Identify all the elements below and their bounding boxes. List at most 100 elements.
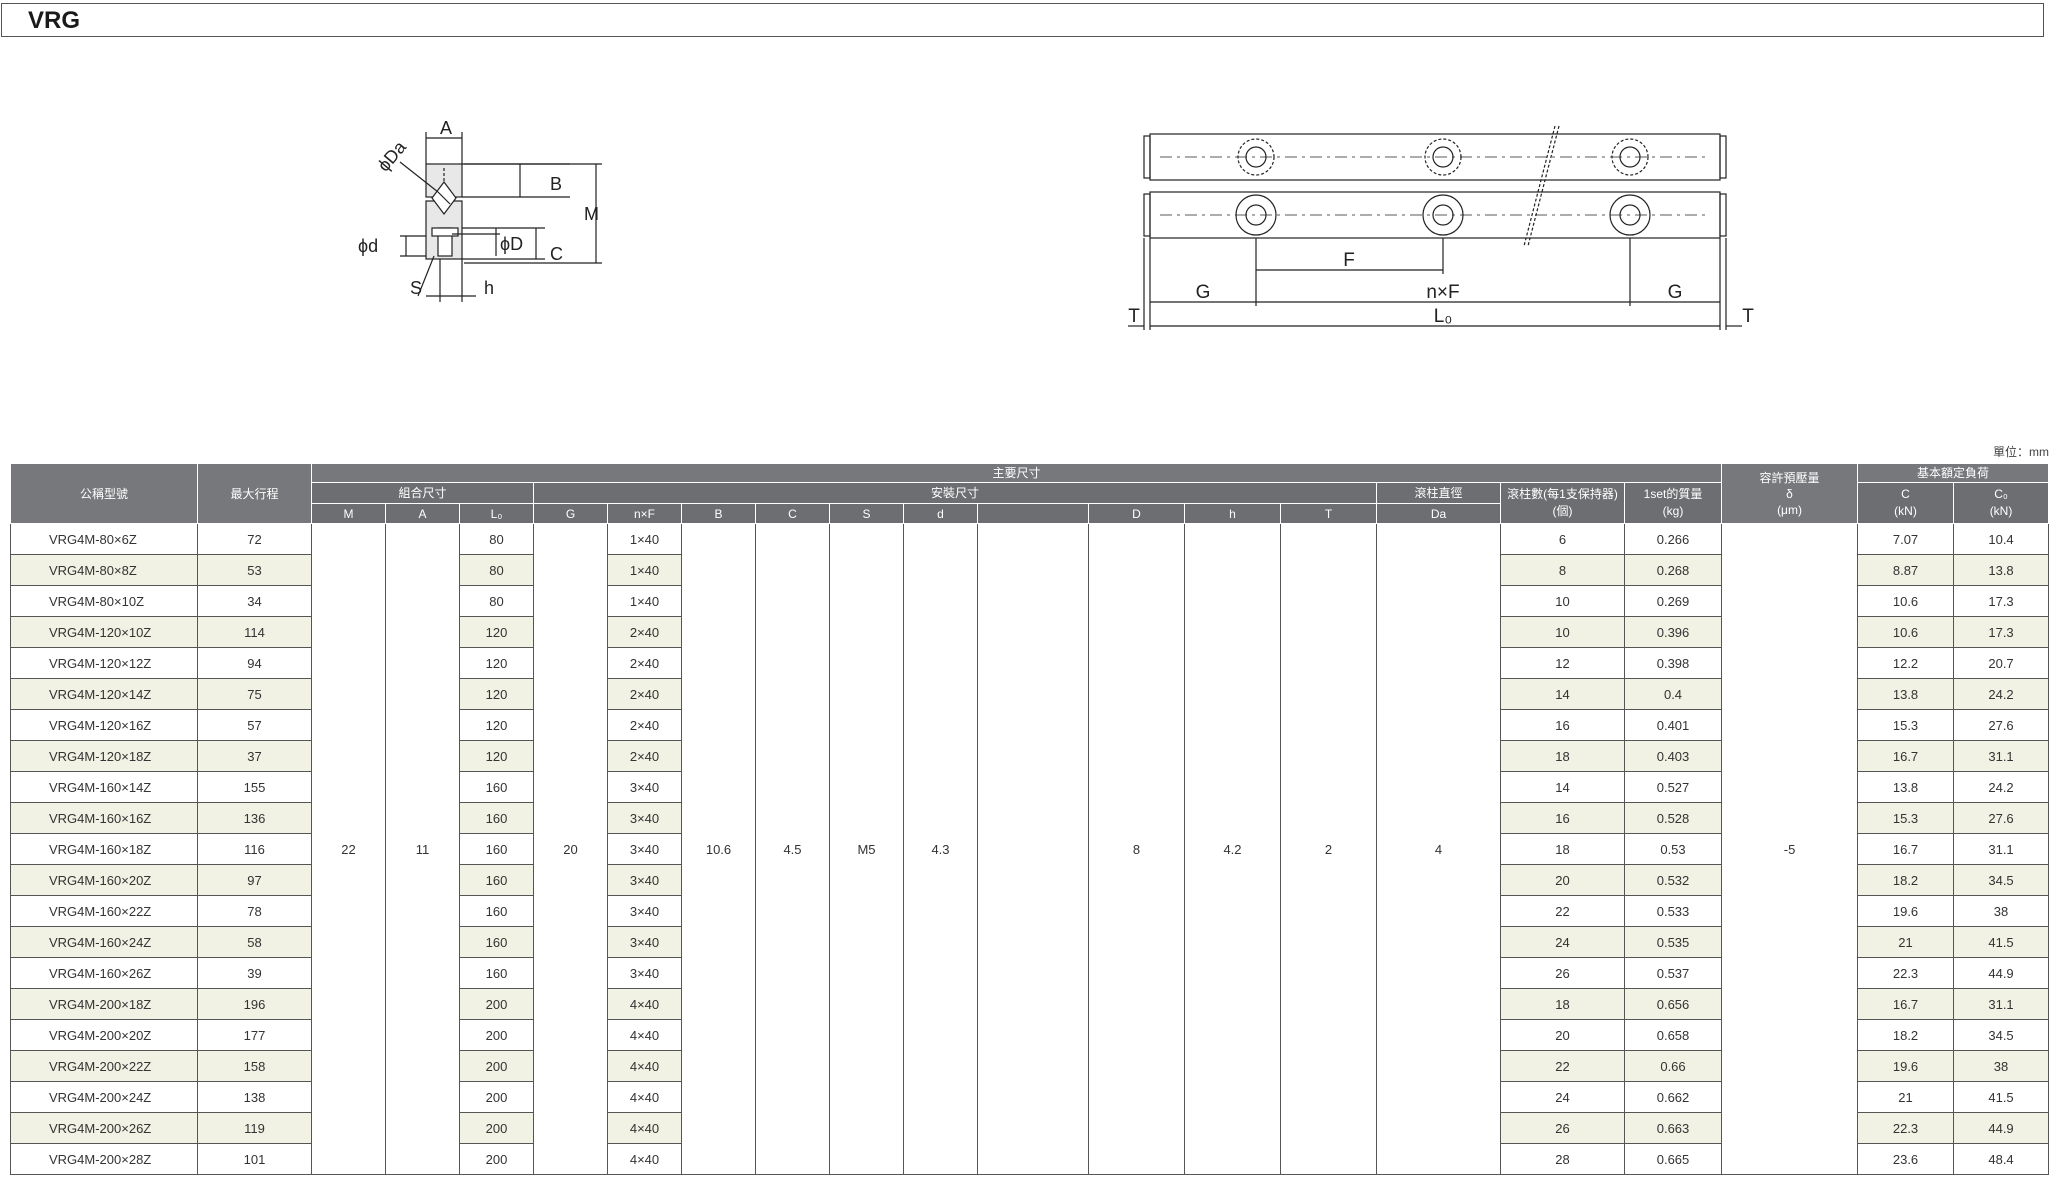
header-col-A: A [385,503,460,524]
cell-mass: 0.665 [1623,1143,1723,1175]
cell-L0: 120 [459,647,534,679]
cell-max-stroke: 136 [197,802,312,834]
label-B: B [550,174,562,194]
cell-S: M5 [829,523,904,1175]
cell-model: VRG4M-200×28Z [10,1143,198,1175]
label-d: ϕd [358,236,378,256]
cell-max-stroke: 177 [197,1019,312,1051]
cell-load-C: 18.2 [1857,864,1955,896]
cell-load-C: 21 [1857,926,1955,958]
cell-roller-count: 10 [1500,616,1625,648]
cell-model: VRG4M-120×18Z [10,740,198,772]
cell-roller-count: 14 [1500,678,1625,710]
cell-roller-count: 18 [1500,740,1625,772]
cell-mass: 0.269 [1623,585,1723,617]
cell-G: 20 [533,523,608,1175]
cell-load-C: 22.3 [1857,1112,1955,1144]
cell-load-C: 10.6 [1857,585,1955,617]
table-row: VRG4M-80×6Z 72 22 11 80 20 1×40 10.6 4.5 M5 4.3 8 4.… [10,523,2050,1175]
cell-nF: 3×40 [607,833,682,865]
cell-mass: 0.663 [1623,1112,1723,1144]
cell-roller-count: 24 [1500,1081,1625,1113]
cell-load-C: 19.6 [1857,895,1955,927]
cell-mass: 0.403 [1623,740,1723,772]
cell-roller-count: 18 [1500,833,1625,865]
cell-nF: 1×40 [607,585,682,617]
header-preload-line2: δ [1786,486,1793,501]
cell-load-C0: 24.2 [1953,678,2050,710]
cell-load-C: 23.6 [1857,1143,1955,1175]
cell-max-stroke: 78 [197,895,312,927]
label-C: C [550,244,563,264]
header-col-Da: Da [1376,503,1501,524]
cell-blank [977,523,1089,1175]
cell-mass: 0.398 [1623,647,1723,679]
cell-model: VRG4M-120×12Z [10,647,198,679]
cell-L0: 200 [459,988,534,1020]
cell-mass: 0.527 [1623,771,1723,803]
header-mass: 1set的質量 (kg) [1623,482,1723,524]
cell-L0: 160 [459,802,534,834]
cell-max-stroke: 75 [197,678,312,710]
label-h: h [484,278,494,298]
cell-model: VRG4M-160×24Z [10,926,198,958]
cell-nF: 2×40 [607,740,682,772]
cell-nF: 3×40 [607,957,682,989]
cell-model: VRG4M-160×22Z [10,895,198,927]
cell-load-C0: 20.7 [1953,647,2050,679]
cell-load-C0: 38 [1953,1050,2050,1082]
cell-L0: 160 [459,833,534,865]
cell-nF: 3×40 [607,771,682,803]
cell-mass: 0.4 [1623,678,1723,710]
cell-preload: -5 [1721,523,1859,1175]
cell-D: 8 [1088,523,1185,1175]
header-col-h: h [1184,503,1281,524]
cell-load-C0: 27.6 [1953,709,2050,741]
cell-L0: 200 [459,1143,534,1175]
header-C0-line2: (kN) [1989,504,2013,518]
header-col-M: M [311,503,386,524]
cell-mass: 0.66 [1623,1050,1723,1082]
cell-max-stroke: 155 [197,771,312,803]
cell-L0: 200 [459,1112,534,1144]
cell-L0: 160 [459,864,534,896]
cell-L0: 120 [459,616,534,648]
header-mass-line1: 1set的質量 [1643,487,1703,501]
cell-nF: 3×40 [607,895,682,927]
unit-label: 單位：mm [1993,445,2049,459]
cell-load-C0: 41.5 [1953,1081,2050,1113]
cell-model: VRG4M-200×22Z [10,1050,198,1082]
cell-max-stroke: 119 [197,1112,312,1144]
header-col-B: B [681,503,756,524]
header-col-C: C [755,503,830,524]
header-main-dims: 主要尺寸 [310,463,1723,483]
cell-B: 10.6 [681,523,756,1175]
spec-table-body: VRG4M-80×6Z 72 22 11 80 20 1×40 10.6 4.5 M5 4.3 8 4.… [10,523,2050,1175]
cell-nF: 2×40 [607,709,682,741]
cell-nF: 4×40 [607,1019,682,1051]
label-G-right: G [1668,282,1683,303]
cell-roller-count: 22 [1500,895,1625,927]
label-A: A [440,118,452,138]
cell-load-C: 16.7 [1857,833,1955,865]
header-col-nF: n×F [607,503,682,524]
header-load-rating: 基本額定負荷 [1857,463,2050,483]
header-mass-line2: (kg) [1662,504,1684,518]
cell-load-C0: 48.4 [1953,1143,2050,1175]
cell-max-stroke: 37 [197,740,312,772]
header-max-stroke: 最大行程 [197,463,312,524]
header-assembly-dims: 組合尺寸 [311,482,534,504]
cell-model: VRG4M-80×10Z [10,585,198,617]
label-L0: L₀ [1434,306,1452,327]
cell-load-C0: 41.5 [1953,926,2050,958]
cell-model: VRG4M-160×14Z [10,771,198,803]
cell-Da: 4 [1376,523,1501,1175]
cell-L0: 200 [459,1050,534,1082]
cell-L0: 200 [459,1019,534,1051]
cell-L0: 120 [459,709,534,741]
cell-load-C0: 17.3 [1953,585,2050,617]
header-C: C (kN) [1857,482,1955,524]
cell-model: VRG4M-160×26Z [10,957,198,989]
cell-load-C0: 17.3 [1953,616,2050,648]
cell-load-C0: 31.1 [1953,988,2050,1020]
